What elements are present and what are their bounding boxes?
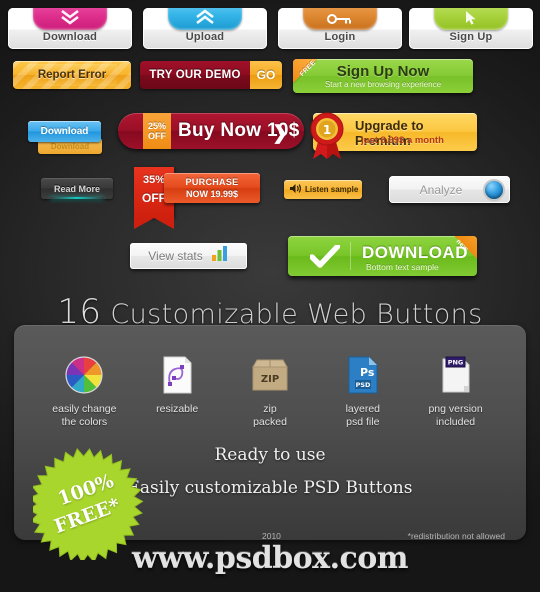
listen-sample-label: Listen sample: [305, 185, 359, 194]
year-label: 2010: [262, 531, 281, 541]
svg-text:Ps: Ps: [360, 366, 375, 379]
feature-label-line1: layered: [345, 403, 381, 415]
view-stats-button[interactable]: View stats: [130, 243, 247, 269]
color-wheel-icon: [38, 353, 131, 397]
svg-text:1: 1: [323, 123, 331, 137]
feature-label-line1: easily change: [52, 403, 117, 415]
buy-now-button[interactable]: 25% OFF Buy Now 10$ ❯: [118, 113, 304, 149]
chevron-right-icon: ❯: [272, 123, 288, 144]
checkmark-icon: [309, 243, 341, 274]
view-stats-label: View stats: [148, 249, 203, 263]
key-icon: [303, 8, 377, 30]
card-button-label: Login: [324, 31, 356, 43]
zip-archive-icon: ZIP: [224, 353, 317, 397]
listen-sample-button[interactable]: Listen sample: [284, 180, 362, 199]
card-button-upload[interactable]: Upload: [143, 8, 267, 49]
new-corner-ribbon: new: [445, 236, 477, 268]
download-blue-button[interactable]: Download: [28, 121, 101, 142]
download-green-button[interactable]: DOWNLOAD Bottom text sample new: [288, 236, 477, 276]
redistribution-note: *redistribution not allowed: [407, 531, 505, 541]
read-more-glow-decoration: [50, 197, 104, 199]
svg-text:PSD: PSD: [355, 381, 370, 389]
feature-label-line2: included: [436, 416, 476, 428]
png-file-icon: PNG: [409, 353, 502, 397]
purchase-line2: NOW 19.99$: [185, 189, 239, 199]
feature-item-png: PNG png version included: [409, 353, 502, 429]
cursor-arrow-icon: [434, 8, 508, 30]
upgrade-premium-button[interactable]: Upgrade to Premium just 8.99$ a month 1: [310, 112, 477, 159]
feature-label: png version included: [409, 403, 502, 429]
download-orange-label: Download: [50, 141, 90, 151]
feature-item-resizable: resizable: [131, 353, 224, 429]
report-error-label: Report Error: [37, 69, 107, 81]
feature-label: resizable: [131, 403, 224, 416]
card-button-download[interactable]: Download: [8, 8, 132, 49]
divider: [350, 242, 351, 270]
psd-file-icon: Ps PSD: [316, 353, 409, 397]
svg-text:ZIP: ZIP: [261, 374, 279, 385]
feature-item-psd: Ps PSD layered psd file: [316, 353, 409, 429]
blue-orb-icon: [485, 180, 503, 199]
purchase-line1: PURCHASE: [185, 177, 239, 187]
feature-item-zip: ZIP zip packed: [224, 353, 317, 429]
upgrade-subtitle: just 8.99$ a month: [361, 135, 444, 146]
try-demo-label: TRY OUR DEMO: [140, 61, 250, 89]
feature-label: zip packed: [224, 403, 317, 429]
download-green-subtitle: Bottom text sample: [366, 262, 439, 272]
double-chevron-down-icon: [33, 8, 107, 30]
award-ribbon-icon: 1: [303, 109, 351, 161]
go-button[interactable]: GO: [250, 61, 282, 89]
card-button-label: Upload: [185, 31, 225, 43]
bar-chart-icon: [211, 246, 229, 266]
brand-url: www.psdbox.com: [131, 541, 409, 576]
card-button-login[interactable]: Login: [278, 8, 402, 49]
discount-badge: 25% OFF: [143, 113, 171, 149]
feature-item-colors: easily change the colors: [38, 353, 131, 429]
try-demo-button[interactable]: TRY OUR DEMO GO: [140, 61, 282, 89]
discount-percent: 25%: [147, 121, 166, 131]
card-button-label: Download: [42, 31, 98, 43]
analyze-label: Analyze: [419, 182, 463, 197]
features-list: easily change the colors resizable ZIP z…: [38, 353, 502, 429]
feature-label-line2: the colors: [61, 416, 108, 428]
poster-canvas: Download Upload Login Sign Up Report Err…: [0, 0, 540, 592]
svg-text:PNG: PNG: [447, 359, 463, 367]
feature-label-line2: psd file: [346, 416, 380, 428]
free-corner-ribbon: FREE: [293, 59, 327, 93]
vector-path-icon: [131, 353, 224, 397]
report-error-button[interactable]: Report Error: [13, 61, 131, 89]
analyze-button[interactable]: Analyze: [389, 176, 510, 203]
download-blue-label: Download: [40, 126, 89, 137]
feature-label-line1: resizable: [156, 403, 199, 415]
card-button-label: Sign Up: [449, 31, 493, 43]
read-more-button[interactable]: Read More: [41, 178, 113, 199]
card-button-signup[interactable]: Sign Up: [409, 8, 533, 49]
signup-now-button[interactable]: Sign Up Now Start a new browsing experie…: [293, 59, 473, 93]
double-chevron-up-icon: [168, 8, 242, 30]
discount-off-label: OFF: [148, 131, 166, 141]
feature-label: layered psd file: [316, 403, 409, 429]
read-more-label: Read More: [53, 183, 100, 194]
feature-label-line1: png version: [428, 403, 483, 415]
purchase-now-button[interactable]: PURCHASE NOW 19.99$: [164, 173, 260, 203]
speaker-icon: [289, 181, 302, 199]
feature-label-line1: zip: [263, 403, 277, 415]
feature-label: easily change the colors: [38, 403, 131, 429]
feature-label-line2: packed: [253, 416, 287, 428]
